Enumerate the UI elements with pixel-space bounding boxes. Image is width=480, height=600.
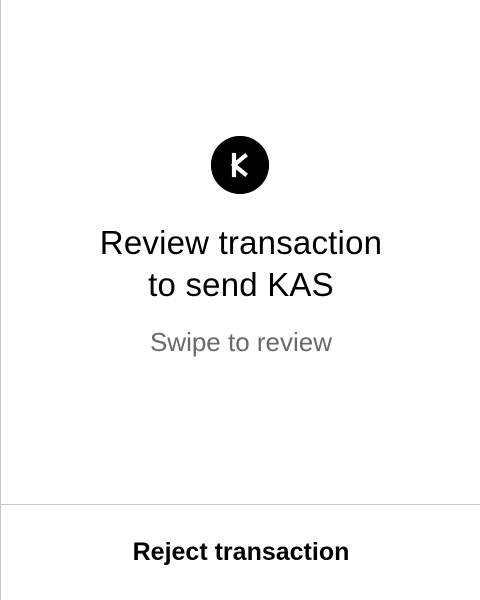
review-screen[interactable]: Review transaction to send KAS Swipe to … <box>0 0 480 600</box>
review-title-line-1: Review transaction <box>99 224 383 261</box>
reject-transaction-button[interactable]: Reject transaction <box>1 505 480 600</box>
review-swipe-area[interactable]: Review transaction to send KAS Swipe to … <box>1 0 480 504</box>
swipe-hint: Swipe to review <box>149 327 333 357</box>
kaspa-logo-icon <box>211 136 269 194</box>
review-title: Review transaction to send KAS <box>1 222 480 306</box>
review-title-line-2: to send KAS <box>148 266 334 303</box>
